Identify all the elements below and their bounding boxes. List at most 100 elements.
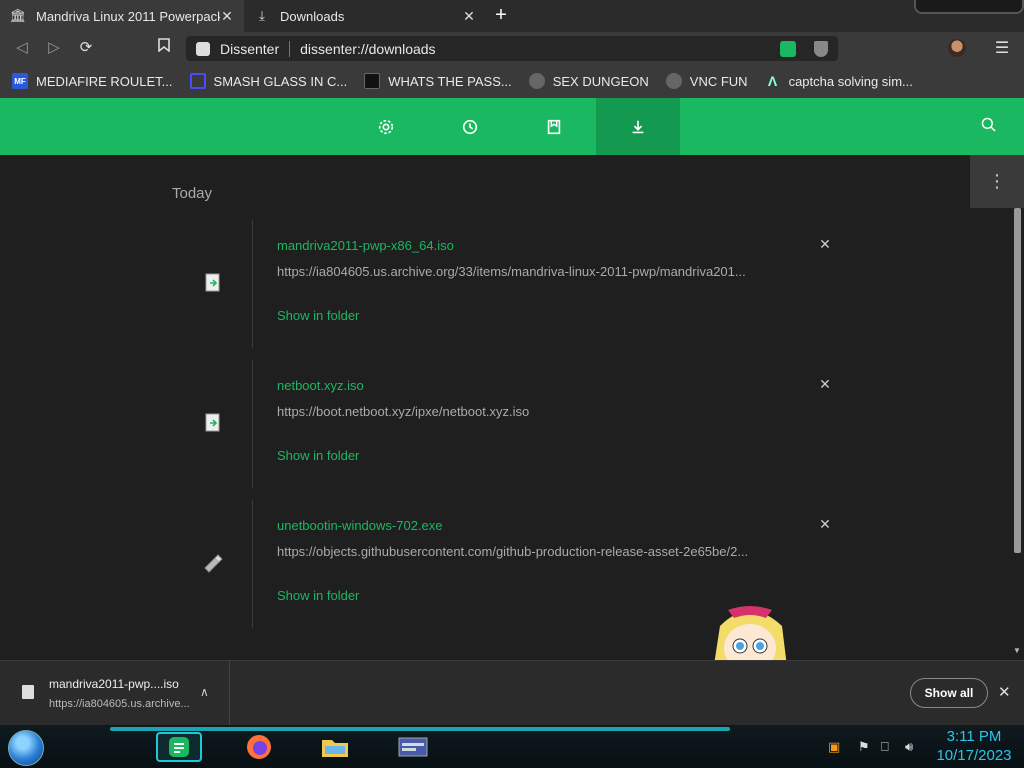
remove-item-close-icon[interactable]: ✕ [817,516,833,532]
file-name-link[interactable]: mandriva2011-pwp-x86_64.iso [277,238,454,253]
dissenter-app-icon [169,737,189,757]
taskbar-decoration [110,727,730,731]
file-source-url[interactable]: https://boot.netboot.xyz/ipxe/netboot.xy… [277,404,797,419]
site-info-icon[interactable] [196,41,210,56]
bookmark-label: SEX DUNGEON [552,73,649,89]
page-icon [665,73,682,89]
download-item: netboot.xyz.iso https://boot.netboot.xyz… [172,360,852,488]
scrollbar[interactable]: ▼ [1012,208,1022,660]
divider [252,220,253,348]
remove-item-close-icon[interactable]: ✕ [817,236,833,252]
new-tab-button[interactable]: + [490,5,512,27]
section-date-label: Today [172,185,213,202]
page-icon [528,73,545,89]
library-icon: 🏛︎ [9,8,27,23]
file-icon [22,685,34,699]
firefox-icon [247,735,271,759]
bookmark-label: VNC FUN [689,73,748,89]
file-source-url[interactable]: https://ia804605.us.archive.org/33/items… [277,264,797,279]
bookmarks-bar: MF MEDIAFIRE ROULET... SMASH GLASS IN C.… [0,64,1024,98]
close-icon[interactable]: ✕ [220,8,234,25]
bookmark-sex-dungeon[interactable]: SEX DUNGEON [528,73,649,89]
menu-icon[interactable]: ☰ [994,38,1010,58]
download-icon: ⤓ [259,8,265,23]
show-in-folder-link[interactable]: Show in folder [277,448,359,463]
kebab-icon: ⋮ [988,171,1006,191]
bookmark-smash-glass[interactable]: SMASH GLASS IN C... [189,73,348,89]
shelf-file-url: https://ia804605.us.archive... [49,698,190,710]
settings-button[interactable] [344,98,428,155]
bookmark-captcha[interactable]: Λ captcha solving sim... [765,73,913,89]
clock-date: 10/17/2023 [936,747,1012,764]
bookmark-mediafire[interactable]: MF MEDIAFIRE ROULET... [12,73,173,89]
avatar[interactable] [948,39,966,57]
search-icon [981,117,996,132]
triangle-icon: Λ [767,73,778,89]
volume-icon[interactable]: 🔊︎ [905,739,913,755]
remove-item-close-icon[interactable]: ✕ [817,376,833,392]
tab-strip: 🏛︎ Mandriva Linux 2011 Powerpack : ✕ ⤓ D… [0,0,1024,32]
downloads-list: Today ⋮ ▼ mandriva2011-pwp-x86_64.iso ht… [0,155,1024,660]
bookmark-label: SMASH GLASS IN C... [213,73,348,89]
divider [252,500,253,628]
bookmark-label: captcha solving sim... [788,73,913,89]
bookmark-whats-the-pass[interactable]: WHATS THE PASS... [364,73,512,89]
usb-drive-icon [204,554,223,573]
file-icon [205,273,220,292]
file-name-link[interactable]: unetbootin-windows-702.exe [277,518,443,533]
shelf-file-name: mandriva2011-pwp....iso [49,677,179,691]
tab-title: Mandriva Linux 2011 Powerpack : [36,8,220,24]
forward-button[interactable]: ▷ [44,38,64,58]
file-source-url[interactable]: https://objects.githubusercontent.com/gi… [277,544,797,559]
taskbar-app-window[interactable] [390,732,436,762]
bookmarks-icon [547,119,561,134]
more-options-button[interactable]: ⋮ [970,155,1024,208]
bookmark-icon[interactable] [154,38,174,58]
taskbar-app-dissenter[interactable] [156,732,202,762]
window-icon [398,737,428,757]
divider [289,40,291,57]
show-in-folder-link[interactable]: Show in folder [277,308,359,323]
bookmark-vnc-fun[interactable]: VNC FUN [665,73,748,89]
bookmark-label: MEDIAFIRE ROULET... [36,73,173,89]
history-button[interactable] [428,98,512,155]
file-icon [205,413,220,432]
search-button[interactable] [980,116,1002,138]
bookmarks-button[interactable] [512,98,596,155]
file-name-link[interactable]: netboot.xyz.iso [277,378,364,393]
history-icon [462,119,478,134]
taskbar-app-explorer[interactable] [312,732,358,762]
shelf-download-item[interactable]: mandriva2011-pwp....iso https://ia804605… [0,661,230,725]
scroll-down-arrow[interactable]: ▼ [1013,646,1021,655]
start-button[interactable] [8,730,44,766]
network-icon[interactable]: ⎕ [881,739,889,755]
divider [252,360,253,488]
clock[interactable]: 3:11 PM 10/17/2023 [928,727,1020,765]
chevron-icon [189,73,206,89]
chevron-up-icon[interactable]: ∧ [200,685,209,699]
tray-app-icon[interactable]: ▣ [828,739,840,755]
flag-icon[interactable]: ⚑ [858,739,870,755]
close-icon[interactable]: ✕ [998,683,1011,701]
downloads-button[interactable] [596,98,680,155]
taskbar-app-firefox[interactable] [236,732,282,762]
show-in-folder-link[interactable]: Show in folder [277,588,359,603]
show-all-button[interactable]: Show all [910,678,988,708]
toolbar: ◁ ▷ ⟳ Dissenter dissenter://downloads [0,32,1024,64]
close-icon[interactable]: ✕ [462,8,476,25]
clock-time: 3:11 PM [946,728,1002,745]
downloads-header [0,98,1024,155]
back-button[interactable]: ◁ [12,38,32,58]
tab-title: Downloads [280,8,345,24]
dissenter-extension-icon[interactable] [780,40,796,57]
scrollbar-thumb[interactable] [1014,208,1021,553]
reload-button[interactable]: ⟳ [76,38,96,58]
window-frame-decoration [914,0,1024,14]
tab-mandriva[interactable]: 🏛︎ Mandriva Linux 2011 Powerpack : ✕ [0,0,244,32]
tab-downloads[interactable]: ⤓ Downloads ✕ [244,0,486,32]
download-shelf: mandriva2011-pwp....iso https://ia804605… [0,660,1024,725]
url-text[interactable]: dissenter://downloads [300,41,780,57]
taskbar: ▣ ⚑ ⎕ 🔊︎ 3:11 PM 10/17/2023 [0,725,1024,768]
address-bar[interactable]: Dissenter dissenter://downloads [186,36,838,61]
shield-icon[interactable] [814,40,828,57]
